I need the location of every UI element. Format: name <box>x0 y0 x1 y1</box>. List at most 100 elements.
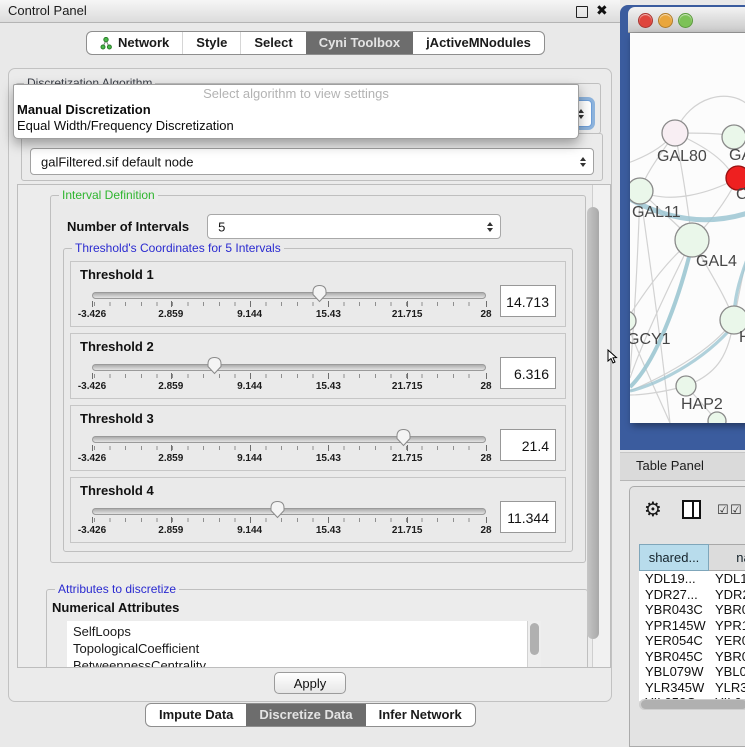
tick-label: -3.426 <box>78 525 106 536</box>
slider-thumb[interactable] <box>269 500 286 519</box>
settings-scroll-panel: Interval Definition Number of Intervals … <box>17 184 611 668</box>
slider-thumb[interactable] <box>395 428 412 447</box>
tick-label: 21.715 <box>392 309 423 320</box>
attribute-item[interactable]: BetweennessCentrality <box>73 657 541 668</box>
apply-button[interactable]: Apply <box>274 672 346 694</box>
tick-label: 2.859 <box>158 525 183 536</box>
network-node <box>675 223 709 257</box>
scrollbar-thumb[interactable] <box>530 623 539 655</box>
checkbox-icon[interactable]: ☑ <box>717 502 729 518</box>
tick-label: 28 <box>480 309 491 320</box>
zoom-traffic-light-icon[interactable] <box>678 13 693 28</box>
threshold-value-box[interactable]: 21.4 <box>500 429 556 461</box>
network-node <box>630 311 636 331</box>
node-label: GAL11 <box>632 204 681 221</box>
table-cell: YLR3 <box>709 680 745 696</box>
tick-label: 21.715 <box>392 381 423 392</box>
table-cell: YBR0 <box>709 649 745 665</box>
table-row[interactable]: YDL19...YDL1 <box>639 571 745 587</box>
close-traffic-light-icon[interactable] <box>638 13 653 28</box>
tab-jactivemnodules[interactable]: jActiveMNodules <box>413 32 544 54</box>
table-row[interactable]: YLR345WYLR3 <box>639 680 745 696</box>
attribute-item[interactable]: SelfLoops <box>73 623 541 640</box>
table-cell: YPR1 <box>709 618 745 634</box>
network-node <box>676 376 696 396</box>
table-cell: YBL079W <box>639 664 709 680</box>
number-of-intervals-combobox[interactable]: 5 <box>207 214 501 239</box>
table-hscrollbar[interactable] <box>639 699 745 710</box>
table-row[interactable]: YBL079WYBL0 <box>639 664 745 680</box>
node-label: GAL80 <box>657 148 707 165</box>
tab-cyni-toolbox[interactable]: Cyni Toolbox <box>306 32 413 54</box>
node-table[interactable]: shared... na YDL19...YDL1YDR27...YDR2YBR… <box>639 544 745 701</box>
tab-infer-network[interactable]: Infer Network <box>366 704 475 726</box>
table-panel-titlebar: Table Panel <box>620 452 745 481</box>
threshold-label: Threshold 1 <box>80 267 556 282</box>
scrollbar-thumb[interactable] <box>641 700 745 709</box>
column-header-shared-name[interactable]: shared... <box>639 544 709 571</box>
table-row[interactable]: YBR043CYBR0 <box>639 602 745 618</box>
node-label: GCY1 <box>630 331 671 348</box>
threshold-slider[interactable]: -3.4262.8599.14415.4321.71528 <box>92 500 486 542</box>
threshold-label: Threshold 4 <box>80 483 556 498</box>
slider-track[interactable] <box>92 292 486 299</box>
table-cell: YLR345W <box>639 680 709 696</box>
table-row[interactable]: YBR045CYBR0 <box>639 649 745 665</box>
slider-track[interactable] <box>92 436 486 443</box>
split-columns-icon[interactable] <box>682 500 701 519</box>
threshold-slider[interactable]: -3.4262.8599.14415.4321.71528 <box>92 284 486 326</box>
dropdown-option[interactable]: Equal Width/Frequency Discretization <box>14 118 578 134</box>
combo-arrows-icon <box>487 222 493 232</box>
network-window-titlebar[interactable] <box>628 7 745 33</box>
slider-track[interactable] <box>92 364 486 371</box>
slider-thumb[interactable] <box>311 284 328 303</box>
tick-label: -3.426 <box>78 309 106 320</box>
tab-discretize-data[interactable]: Discretize Data <box>246 704 365 726</box>
combo-value: galFiltered.sif default node <box>41 154 193 169</box>
network-canvas[interactable]: GAL80 GA C GAL11 GAL4 GCY1 H HAP2 <box>630 33 745 423</box>
threshold-label: Threshold 2 <box>80 339 556 354</box>
tab-style[interactable]: Style <box>182 32 240 54</box>
panel-scrollbar[interactable] <box>592 185 610 667</box>
threshold-value-box[interactable]: 11.344 <box>500 501 556 533</box>
slider-thumb[interactable] <box>206 356 223 375</box>
threshold-value-box[interactable]: 14.713 <box>500 285 556 317</box>
tick-label: 2.859 <box>158 309 183 320</box>
list-scrollbar[interactable] <box>527 621 541 667</box>
tick-label: 21.715 <box>392 525 423 536</box>
threshold-panel: Threshold 3 -3.4262.8599.14415.4321.7152… <box>70 405 566 471</box>
tick-label: 9.144 <box>237 381 262 392</box>
combo-arrows-icon <box>580 157 586 167</box>
minimize-traffic-light-icon[interactable] <box>658 13 673 28</box>
table-cell: YBR043C <box>639 602 709 618</box>
tick-label: 15.43 <box>316 309 341 320</box>
close-icon[interactable]: ✖ <box>596 2 608 19</box>
number-of-intervals-label: Number of Intervals <box>67 219 189 234</box>
mouse-cursor <box>607 349 618 365</box>
table-row[interactable]: YDR27...YDR2 <box>639 587 745 603</box>
threshold-slider[interactable]: -3.4262.8599.14415.4321.71528 <box>92 356 486 398</box>
table-cell: YBR045C <box>639 649 709 665</box>
tab-select[interactable]: Select <box>240 32 305 54</box>
column-header-name[interactable]: na <box>709 544 745 571</box>
tick-label: 9.144 <box>237 309 262 320</box>
tab-network[interactable]: Network <box>87 32 182 54</box>
tick-label: -3.426 <box>78 381 106 392</box>
slider-track[interactable] <box>92 508 486 515</box>
table-row[interactable]: YPR145WYPR1 <box>639 618 745 634</box>
checkbox-icon[interactable]: ☑ <box>730 502 742 518</box>
float-icon[interactable] <box>576 6 588 18</box>
gear-icon[interactable]: ⚙ <box>644 497 662 522</box>
dropdown-hint: Select algorithm to view settings <box>14 85 578 102</box>
control-panel-tabbar: NetworkStyleSelectCyni ToolboxjActiveMNo… <box>86 31 545 55</box>
scrollbar-thumb[interactable] <box>587 207 599 639</box>
tab-impute-data[interactable]: Impute Data <box>146 704 246 726</box>
attribute-item[interactable]: TopologicalCoefficient <box>73 640 541 657</box>
numerical-attributes-list[interactable]: SelfLoopsTopologicalCoefficientBetweenne… <box>67 621 541 667</box>
threshold-slider[interactable]: -3.4262.8599.14415.4321.71528 <box>92 428 486 470</box>
slider-ticks <box>94 446 484 450</box>
table-data-combobox[interactable]: galFiltered.sif default node <box>30 148 594 175</box>
table-row[interactable]: YER054CYER0 <box>639 633 745 649</box>
dropdown-option[interactable]: Manual Discretization <box>14 102 578 118</box>
threshold-value-box[interactable]: 6.316 <box>500 357 556 389</box>
